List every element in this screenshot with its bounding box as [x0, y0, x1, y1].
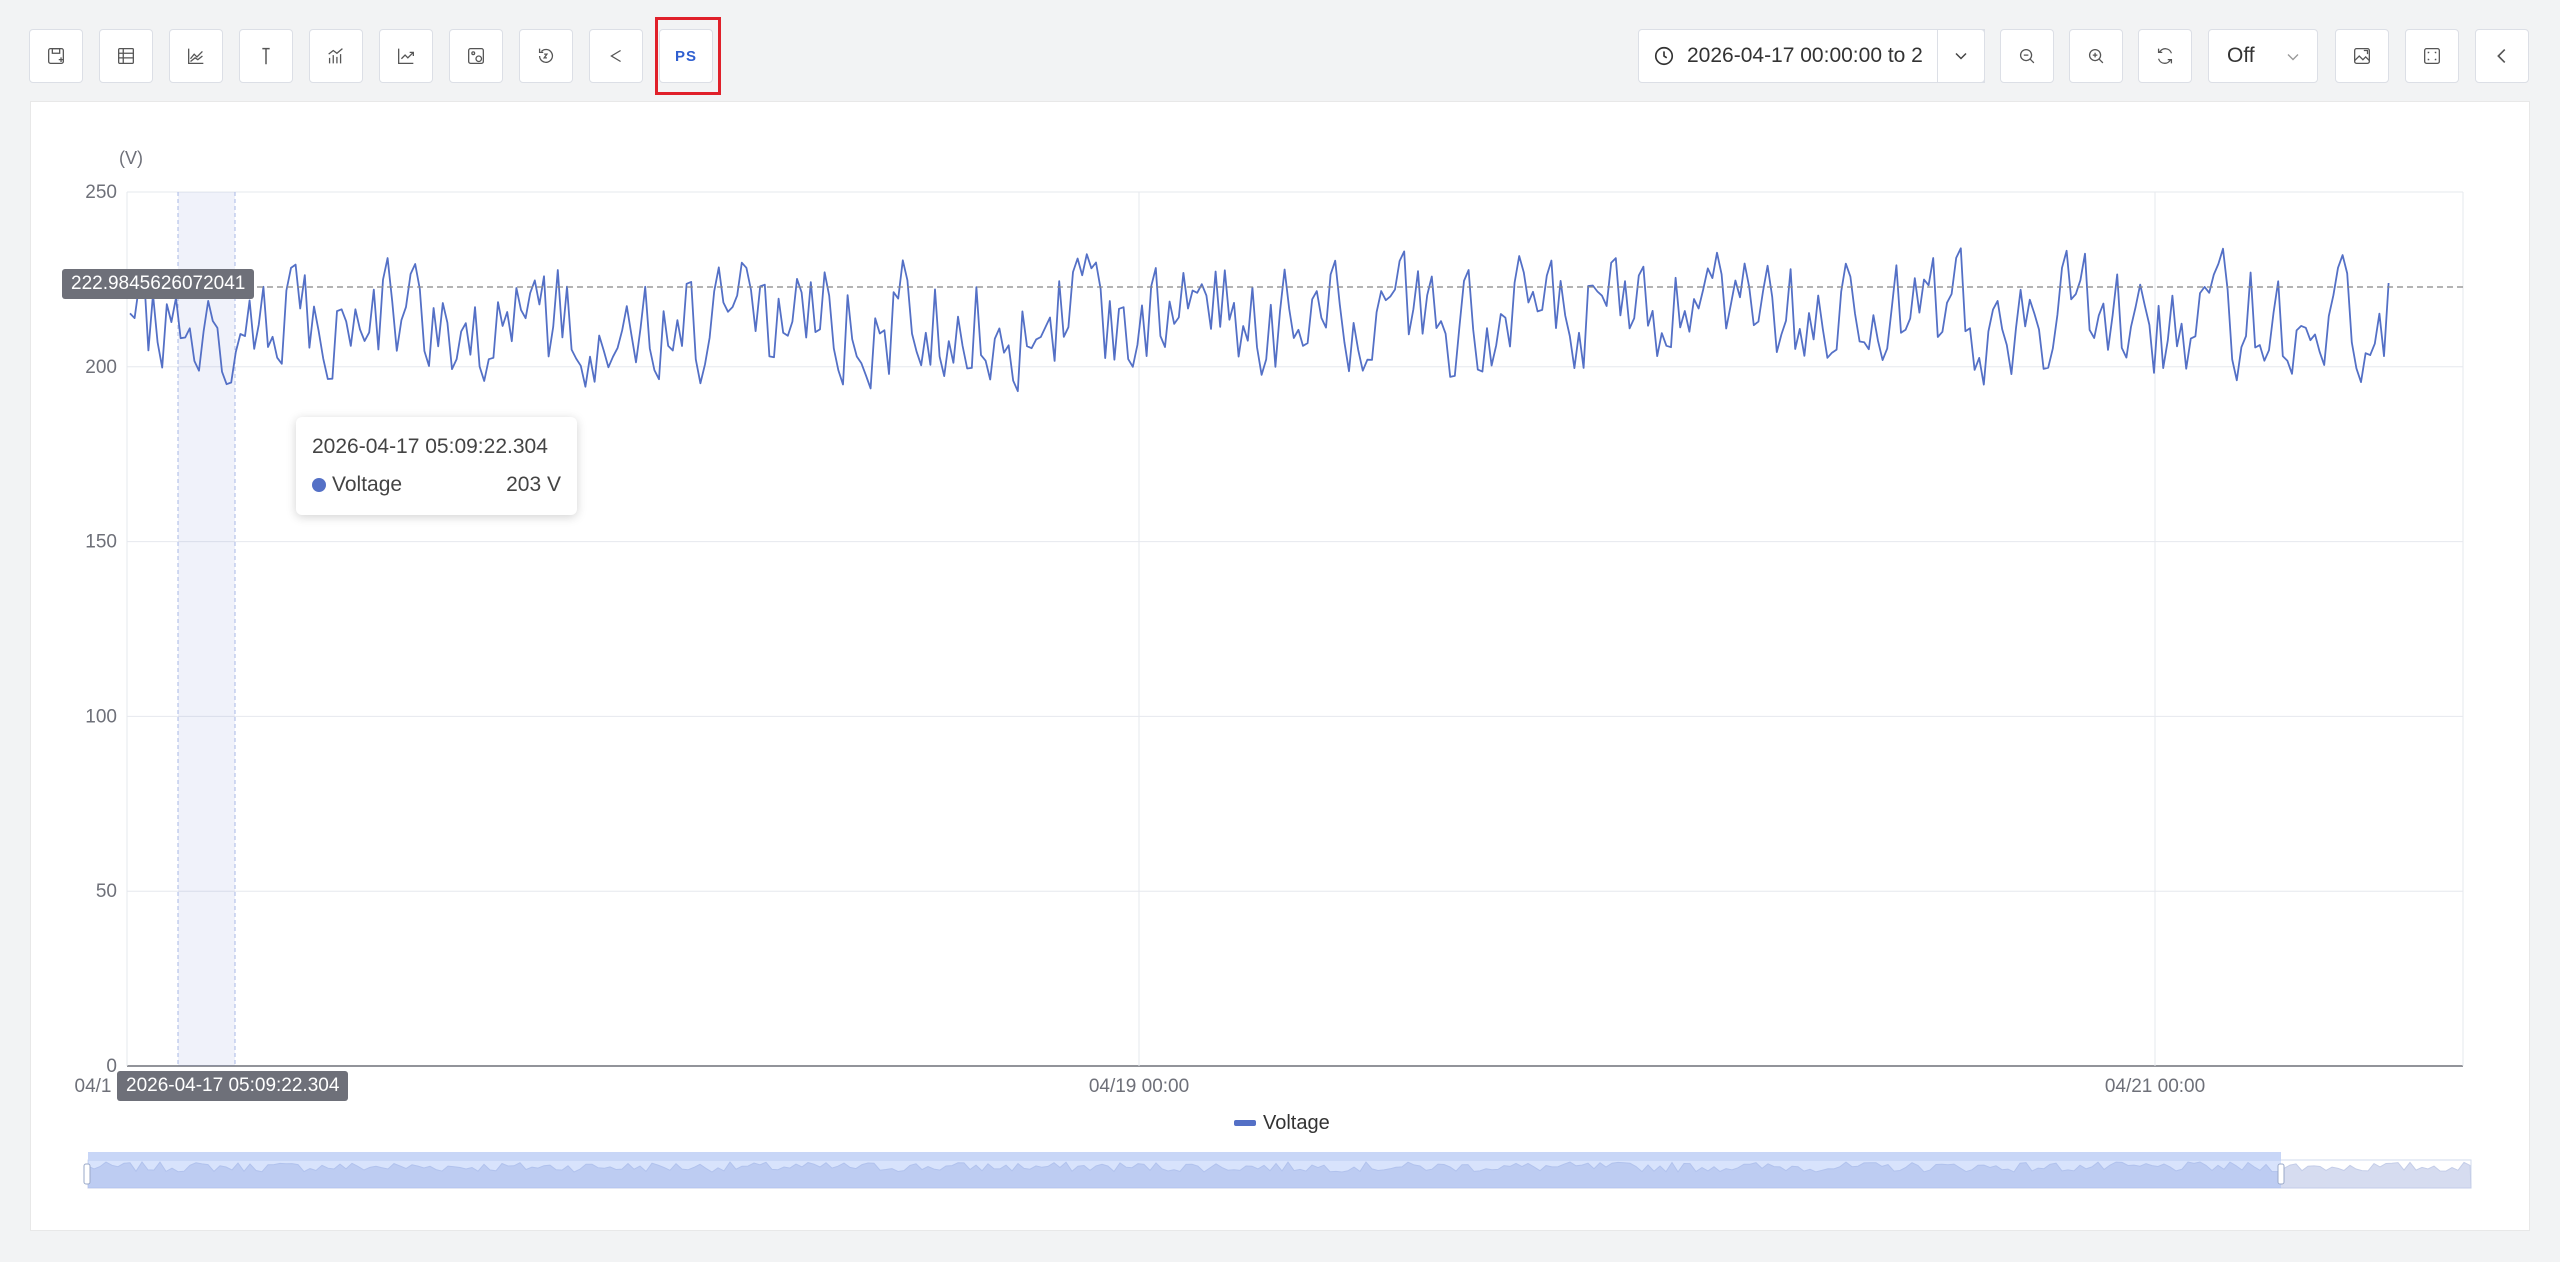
image-settings-button[interactable]: [449, 29, 503, 83]
slider-top-bar: [88, 1152, 2281, 1160]
zoom-in-button[interactable]: [2069, 29, 2123, 83]
tooltip-value: 203 V: [506, 473, 561, 496]
refresh-icon: [2157, 48, 2173, 64]
chevron-down-icon: [1955, 52, 1967, 60]
zoom-in-icon: [2088, 48, 2104, 64]
hover-highlight-band: [178, 192, 235, 1066]
statistics-button[interactable]: [309, 29, 363, 83]
y-tick-label: 200: [85, 357, 117, 378]
table-view-icon: [118, 48, 134, 64]
trend-icon: [398, 48, 414, 64]
legend-label-voltage[interactable]: Voltage: [1263, 1112, 1330, 1134]
export-image-button[interactable]: [2335, 29, 2389, 83]
x-tick-label: 04/1: [75, 1076, 112, 1097]
voltage-chart[interactable]: 250 200 150 100 50 004/1 04/19 00:00 04/21 00:0…: [31, 102, 2531, 1232]
save-view-icon: [48, 48, 64, 64]
image-settings-icon: [468, 48, 484, 64]
collapse-button[interactable]: [2475, 29, 2529, 83]
history-button[interactable]: [519, 29, 573, 83]
slider-handle-left[interactable]: [83, 1163, 91, 1185]
hover-tooltip: 2026-04-17 05:09:22.304 Voltage 203 V: [296, 417, 577, 515]
trend-button[interactable]: [379, 29, 433, 83]
fullscreen-icon: [2424, 48, 2440, 64]
line-chart-button[interactable]: [169, 29, 223, 83]
time-range-picker[interactable]: 2026-04-17 00:00:00 to 2: [1638, 29, 1985, 83]
y-tick-label: 250: [85, 182, 117, 203]
crosshair-y-badge: 222.9845626072041: [62, 269, 255, 299]
history-icon: [538, 48, 554, 63]
marker-button[interactable]: [239, 29, 293, 83]
legend-swatch-voltage: [1234, 1120, 1256, 1126]
ps-button-highlight: [655, 17, 721, 95]
chevron-left-icon: [2497, 48, 2506, 64]
voltage-series-line: [129, 247, 2390, 393]
y-tick-label: 0: [106, 1056, 117, 1077]
data-zoom-slider[interactable]: [83, 1152, 2472, 1189]
refresh-button[interactable]: [2138, 29, 2192, 83]
auto-refresh-value: Off: [2227, 44, 2255, 67]
share-button[interactable]: [589, 29, 643, 83]
time-range-dropdown[interactable]: [1937, 29, 1985, 83]
y-unit-label: (V): [119, 148, 143, 168]
slider-handle-right[interactable]: [2277, 1163, 2285, 1185]
chevron-down-icon: [2287, 54, 2299, 61]
tooltip-row: Voltage 203 V: [312, 473, 561, 497]
slider-selected-range[interactable]: [88, 1160, 2281, 1188]
tooltip-time: 2026-04-17 05:09:22.304: [312, 435, 548, 458]
crosshair-x-badge: 2026-04-17 05:09:22.304: [117, 1071, 349, 1101]
zoom-out-icon: [2019, 48, 2035, 64]
time-range-value: 2026-04-17 00:00:00 to 2: [1687, 44, 1923, 67]
y-tick-label: 150: [85, 532, 117, 553]
line-chart-icon: [188, 48, 204, 64]
y-tick-label: 50: [96, 881, 117, 902]
save-view-button[interactable]: [29, 29, 83, 83]
tooltip-series-name: Voltage: [332, 473, 403, 496]
x-tick-label: 04/21 00:00: [2105, 1076, 2205, 1097]
auto-refresh-select[interactable]: Off: [2208, 29, 2318, 83]
statistics-icon: [328, 48, 343, 64]
chart-panel: 250 200 150 100 50 0 04/1 04/19 00:00 04/21 00:0…: [30, 101, 2530, 1231]
x-tick-label: 04/19 00:00: [1089, 1076, 1189, 1097]
export-image-icon: [2354, 48, 2370, 64]
marker-icon: [262, 47, 270, 65]
share-icon: [610, 49, 621, 63]
fullscreen-button[interactable]: [2405, 29, 2459, 83]
series-color-dot: [312, 478, 326, 492]
table-view-button[interactable]: [99, 29, 153, 83]
clock-icon: [1654, 46, 1674, 66]
zoom-out-button[interactable]: [2000, 29, 2054, 83]
y-tick-label: 100: [85, 706, 117, 727]
